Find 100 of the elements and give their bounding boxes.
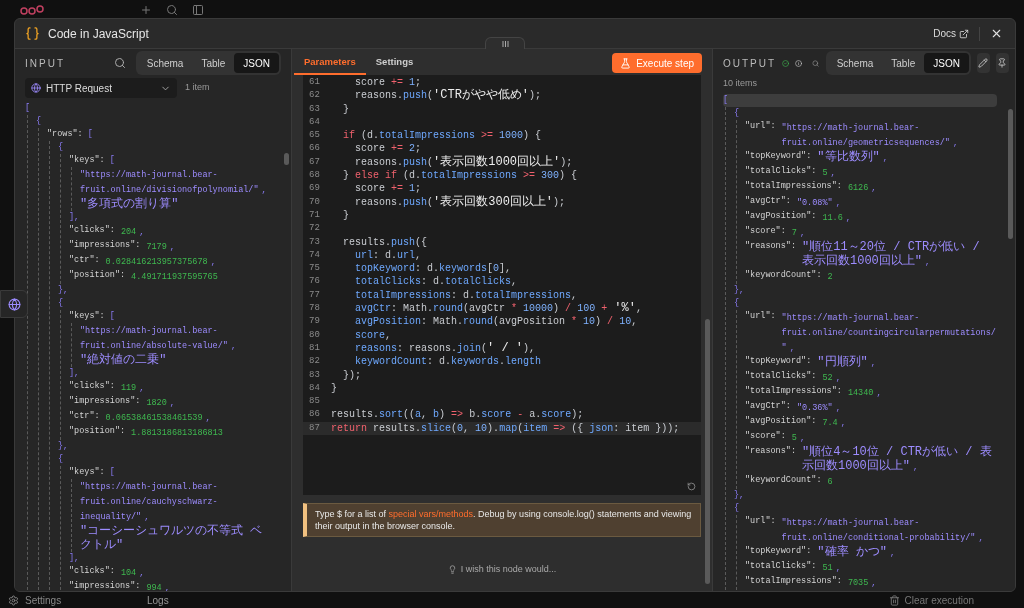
json-line: "keys": [: [69, 310, 116, 323]
code-line: url: d.url,: [354, 248, 422, 263]
pencil-icon: [978, 58, 989, 68]
source-dropdown[interactable]: HTTP Request: [25, 78, 177, 98]
lightbulb-icon: [447, 565, 457, 575]
line-number: 73: [308, 235, 321, 249]
json-line: "totalClicks": 5 ,: [745, 164, 837, 180]
json-line: },: [58, 284, 70, 297]
json-line: "totalClicks": 51 ,: [745, 559, 842, 575]
json-line: "reasons": "順位4～10位 / CTRが低い / 表示回数1000回以上" ,: [745, 444, 993, 474]
code-line: }: [331, 381, 337, 396]
line-number: 79: [308, 315, 321, 329]
globe-icon: [7, 297, 21, 311]
json-line: "keys": [: [69, 154, 116, 167]
scrollbar[interactable]: [1008, 109, 1013, 239]
grip-handle[interactable]: [485, 37, 525, 49]
json-line: "position": 4.491711937595765: [69, 269, 219, 284]
json-line: "totalImpressions": 6126 ,: [745, 179, 878, 195]
scrollbar[interactable]: [284, 153, 289, 165]
json-line: "score": 7 ,: [745, 224, 807, 240]
panel-icon[interactable]: [192, 4, 204, 16]
json-line: {: [734, 106, 741, 120]
info-icon[interactable]: [795, 57, 803, 69]
search-icon[interactable]: [166, 4, 178, 16]
view-tab[interactable]: JSON: [924, 53, 969, 73]
json-line: "score": 5 ,: [745, 429, 807, 445]
code-line: avgCtr: Math.round(avgCtr * 10000) / 100 + '%',: [354, 302, 642, 316]
search-icon[interactable]: [113, 57, 126, 69]
view-tab[interactable]: JSON: [234, 53, 279, 73]
json-line: "絶対値の二乗": [80, 353, 168, 367]
code-line: score += 1;: [354, 76, 422, 90]
scrollbar[interactable]: [705, 319, 710, 584]
json-line: ],: [69, 211, 81, 224]
code-editor[interactable]: [303, 75, 701, 495]
code-line: reasons.push('表示回数1000回以上');: [354, 155, 573, 170]
external-link-icon: [959, 28, 969, 39]
settings-link[interactable]: Settings: [25, 593, 62, 608]
pin-button[interactable]: [995, 53, 1009, 73]
success-icon: [782, 57, 790, 69]
json-line: "コーシーシュワルツの不等式 ベクトル": [80, 524, 264, 552]
flask-icon: [620, 57, 632, 69]
add-icon[interactable]: [140, 4, 152, 16]
json-line: {: [58, 453, 65, 466]
reset-icon[interactable]: [687, 482, 696, 491]
grip-icon: [501, 40, 509, 47]
json-line: },: [58, 440, 70, 453]
code-line: topKeyword: d.keywords[0],: [354, 262, 512, 276]
line-number: 74: [308, 248, 321, 262]
dialog-title: Code in JavaScript: [48, 25, 149, 43]
code-line: } else if (d.totalImpressions >= 300) {: [342, 169, 578, 183]
json-line: "impressions": 7179 ,: [69, 239, 176, 254]
close-icon[interactable]: [990, 27, 1003, 40]
json-line: "keywordCount": 2: [745, 268, 834, 284]
view-tab[interactable]: Schema: [827, 53, 883, 73]
globe-icon: [31, 83, 41, 93]
view-tab[interactable]: Table: [882, 53, 925, 73]
line-number: 78: [308, 302, 321, 316]
trash-icon: [888, 595, 900, 606]
editor-tab[interactable]: Settings: [365, 51, 424, 75]
view-tab[interactable]: Schema: [137, 53, 193, 73]
json-line: "topKeyword": "等比数列" ,: [745, 149, 889, 165]
view-tab[interactable]: Table: [192, 53, 235, 73]
code-line: if (d.totalImpressions >= 1000) {: [342, 129, 542, 143]
line-number: 69: [308, 182, 321, 196]
line-number: 83: [308, 368, 321, 382]
json-line: "https://math-journal.bear-fruit.online/absolute-value/" ,: [80, 325, 238, 353]
pin-icon: [997, 58, 1008, 68]
search-icon[interactable]: [812, 57, 820, 69]
line-number: 64: [308, 115, 321, 129]
clear-execution-button[interactable]: Clear execution: [888, 593, 974, 608]
line-number: 87: [308, 421, 321, 435]
json-line: },: [734, 283, 746, 297]
json-line: [: [723, 93, 997, 107]
json-line: "avgCtr": "0.36%" ,: [745, 399, 842, 415]
node-globe-button[interactable]: [0, 290, 28, 318]
braces-icon: [25, 26, 40, 41]
json-line: "avgPosition": 7.4 ,: [745, 414, 847, 430]
json-line: "totalClicks": 52 ,: [745, 369, 842, 385]
feedback-link[interactable]: I wish this node would...: [447, 563, 557, 577]
code-line: results.sort((a, b) => b.score - a.score);: [331, 408, 584, 422]
edit-button[interactable]: [976, 53, 990, 73]
json-line: "clicks": 204 ,: [69, 224, 146, 239]
json-line: "topKeyword": "円順列" ,: [745, 354, 877, 370]
line-number: 62: [308, 89, 321, 103]
json-line: "https://math-journal.bear-fruit.online/cauchyschwarz-inequality/" ,: [80, 481, 219, 524]
line-number: 61: [308, 76, 321, 89]
json-line: "totalImpressions": 7035 ,: [745, 574, 878, 590]
logs-tab[interactable]: Logs: [147, 593, 169, 608]
panel-heading: INPUT: [25, 56, 65, 71]
line-number: 85: [308, 395, 321, 409]
json-line: {: [58, 141, 65, 154]
line-number: 86: [308, 408, 321, 422]
settings-icon[interactable]: [8, 595, 19, 606]
json-line: "clicks": 104 ,: [69, 565, 146, 580]
code-line: results.push({: [342, 235, 428, 249]
json-line: "keywordCount": 6: [745, 473, 834, 489]
line-number: 75: [308, 262, 321, 276]
item-count: 1 item: [185, 81, 210, 95]
json-line: "多項式の割り算": [80, 197, 180, 211]
docs-link[interactable]: Docs: [933, 26, 969, 41]
